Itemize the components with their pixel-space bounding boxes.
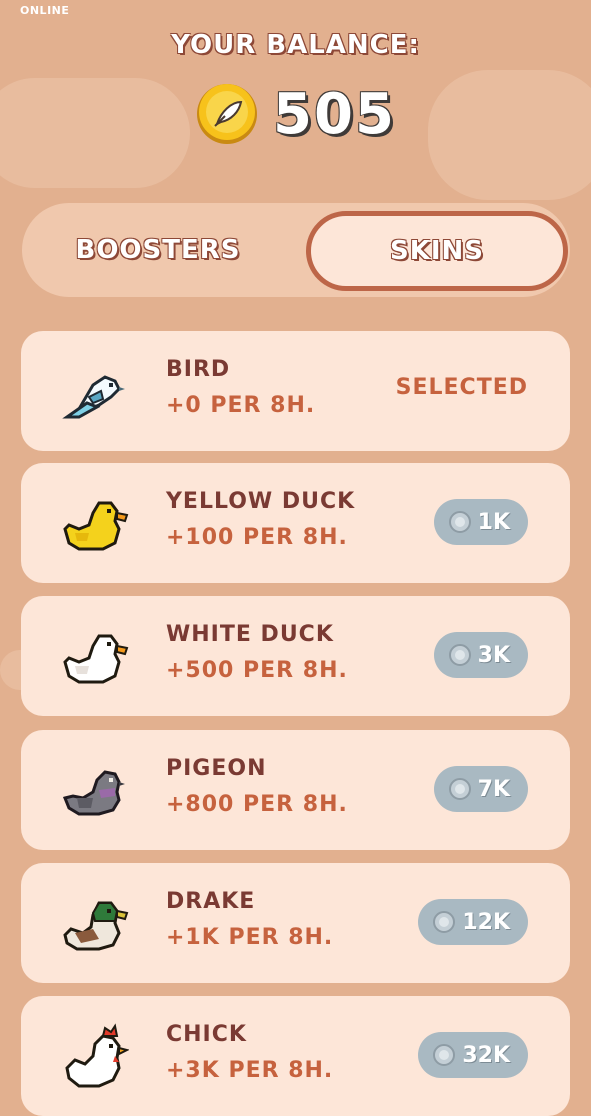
skin-rate: +100 PER 8H.: [166, 525, 348, 550]
balance-display: 505: [0, 78, 591, 150]
tab-boosters[interactable]: BOOSTERS: [22, 213, 294, 287]
price-label: 1K: [477, 509, 510, 535]
buy-button[interactable]: 1K: [433, 499, 528, 545]
yellow-duck-icon: [63, 501, 129, 551]
coin-feather-icon: [197, 84, 258, 144]
price-label: 12K: [462, 909, 510, 935]
skin-name: WHITE DUCK: [166, 622, 334, 647]
skin-rate: +0 PER 8H.: [166, 393, 316, 418]
skin-name: CHICK: [166, 1022, 247, 1047]
chick-icon: [65, 1023, 129, 1088]
buy-button[interactable]: 3K: [433, 632, 528, 678]
pigeon-icon: [62, 770, 125, 816]
skin-name: PIGEON: [166, 756, 267, 781]
skin-rate: +500 PER 8H.: [166, 658, 348, 683]
skin-card-white-duck[interactable]: WHITE DUCK +500 PER 8H. 3K: [21, 596, 570, 716]
skin-rate: +800 PER 8H.: [166, 792, 348, 817]
price-label: 7K: [477, 776, 510, 802]
coin-icon: [448, 644, 471, 666]
coin-icon: [433, 911, 456, 933]
skin-name: BIRD: [166, 357, 231, 382]
tab-skins[interactable]: SKINS: [306, 211, 568, 291]
drake-icon: [63, 901, 129, 951]
skin-name: DRAKE: [166, 889, 256, 914]
bird-icon: [62, 375, 125, 419]
price-label: 32K: [462, 1042, 510, 1068]
skin-name: YELLOW DUCK: [166, 489, 356, 514]
skin-card-pigeon[interactable]: PIGEON +800 PER 8H. 7K: [21, 730, 570, 850]
skin-card-drake[interactable]: DRAKE +1K PER 8H. 12K: [21, 863, 570, 983]
balance-value: 505: [273, 81, 396, 147]
skin-card-bird[interactable]: BIRD +0 PER 8H. SELECTED: [21, 331, 570, 451]
skin-card-yellow-duck[interactable]: YELLOW DUCK +100 PER 8H. 1K: [21, 463, 570, 583]
coin-icon: [448, 778, 471, 800]
skin-rate: +1K PER 8H.: [166, 925, 334, 950]
buy-button[interactable]: 7K: [433, 766, 528, 812]
buy-button[interactable]: 12K: [418, 899, 528, 945]
skin-card-chick[interactable]: CHICK +3K PER 8H. 32K: [21, 996, 570, 1116]
buy-button[interactable]: 32K: [418, 1032, 528, 1078]
balance-title: YOUR BALANCE:: [171, 30, 420, 60]
connection-status: ONLINE: [20, 4, 70, 17]
coin-icon: [433, 1044, 456, 1066]
coin-icon: [448, 511, 471, 533]
white-duck-icon: [63, 634, 129, 684]
skin-rate: +3K PER 8H.: [166, 1058, 334, 1083]
shop-tabs: BOOSTERS SKINS: [22, 203, 570, 297]
price-label: 3K: [477, 642, 510, 668]
selected-badge: SELECTED: [395, 375, 528, 400]
